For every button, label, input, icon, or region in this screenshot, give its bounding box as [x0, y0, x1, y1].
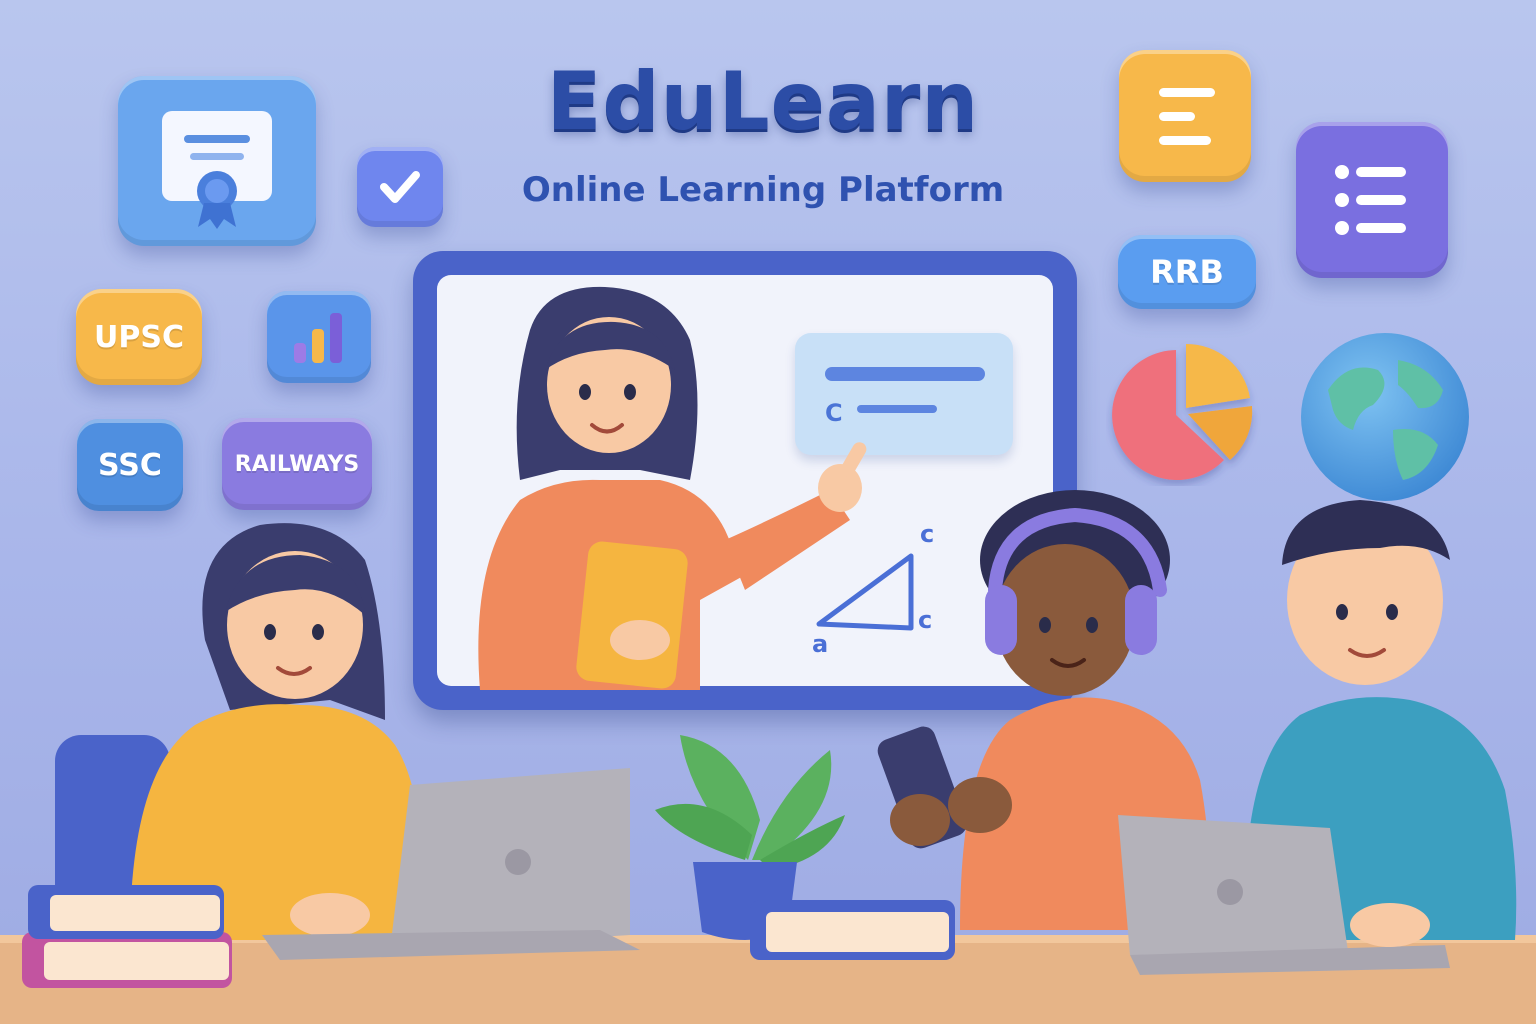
book-center [750, 900, 955, 960]
teacher-figure [478, 286, 867, 690]
book-stack-left [22, 885, 232, 988]
classroom-illustration [0, 286, 1536, 1024]
girl-student-figure [130, 523, 423, 940]
